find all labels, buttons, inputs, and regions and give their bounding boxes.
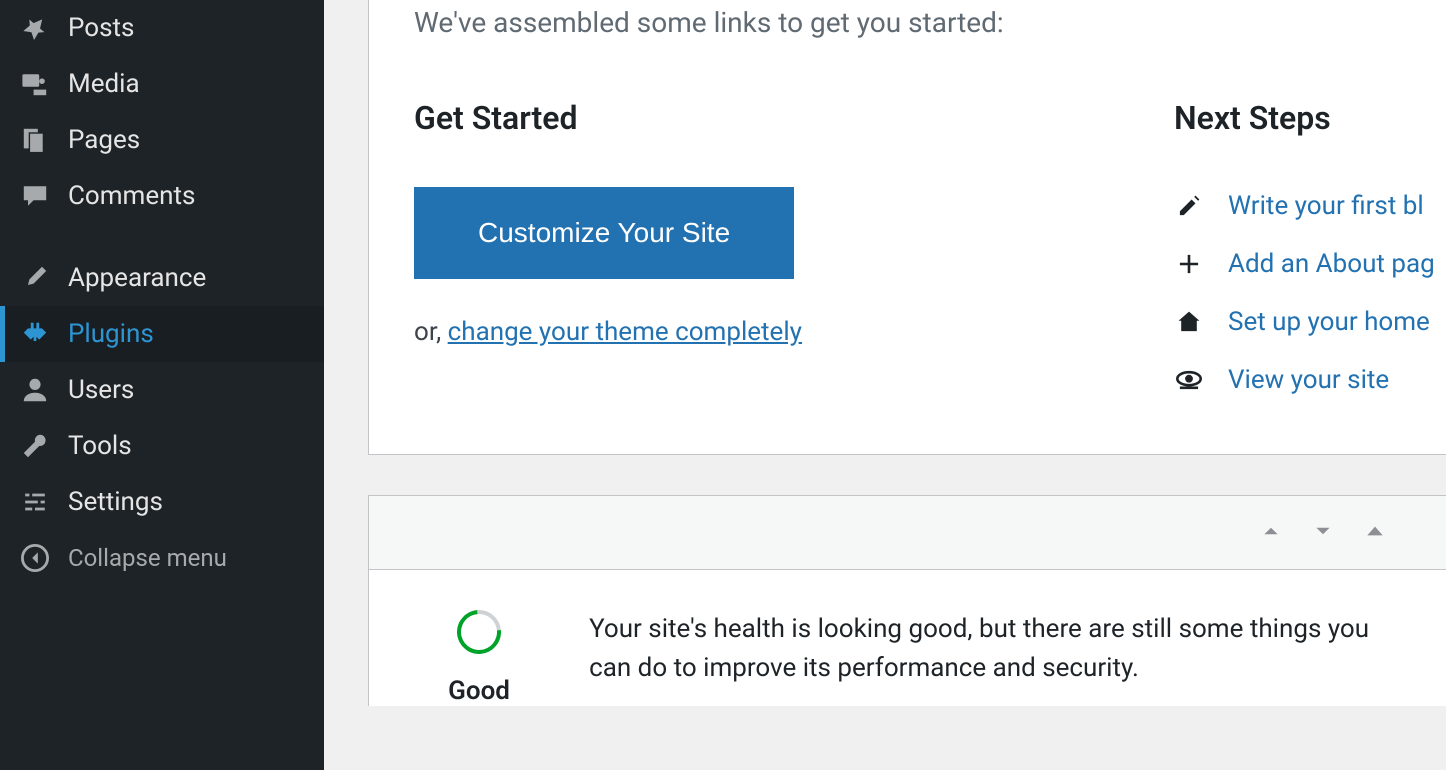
pages-icon [20,125,50,155]
sidebar-item-label: Appearance [68,263,206,293]
site-health-text: Your site's health is looking good, but … [589,610,1446,706]
sidebar-item-label: Pages [68,125,140,155]
sidebar-item-tools[interactable]: Tools [0,418,324,474]
step-label: Write your first bl [1228,191,1424,221]
comment-icon [20,181,50,211]
edit-icon [1174,191,1204,221]
site-health-status: Good [369,676,589,706]
user-icon [20,375,50,405]
step-setup-homepage[interactable]: Set up your home [1174,293,1446,351]
sidebar-item-pages[interactable]: Pages [0,112,324,168]
step-view-site[interactable]: View your site [1174,351,1446,409]
get-started-heading: Get Started [414,99,1174,137]
or-prefix: or, [414,317,448,347]
step-label: View your site [1228,365,1389,395]
step-add-about-page[interactable]: Add an About pag [1174,235,1446,293]
sidebar-item-media[interactable]: Media [0,56,324,112]
sliders-icon [20,487,50,517]
step-label: Set up your home [1228,307,1430,337]
eye-icon [1174,365,1204,395]
media-icon [20,69,50,99]
sidebar-item-appearance[interactable]: Appearance [0,250,324,306]
panel-down-icon[interactable] [1312,520,1334,546]
pin-icon [20,13,50,43]
home-icon [1174,307,1204,337]
next-steps-heading: Next Steps [1174,99,1446,137]
sidebar-item-label: Users [68,375,134,405]
collapse-label: Collapse menu [68,544,227,572]
panel-up-icon[interactable] [1260,520,1282,546]
panel-header [369,496,1446,570]
sidebar-item-comments[interactable]: Comments [0,168,324,224]
welcome-panel: We've assembled some links to get you st… [368,0,1446,455]
sidebar-item-label: Comments [68,181,195,211]
sidebar-item-label: Posts [68,13,134,43]
collapse-icon [20,543,50,573]
gauge-circle [448,601,510,663]
site-health-gauge: Good [369,610,589,706]
main-content: We've assembled some links to get you st… [324,0,1446,770]
sidebar-item-label: Settings [68,487,163,517]
plus-icon [1174,249,1204,279]
sidebar-item-plugins[interactable]: Plugins [0,306,324,362]
admin-sidebar: Posts Media Pages Comments Appearance Pl… [0,0,324,770]
brush-icon [20,263,50,293]
or-change-theme-line: or, change your theme completely [414,317,1174,347]
welcome-intro: We've assembled some links to get you st… [414,0,1446,39]
sidebar-item-label: Plugins [68,319,154,349]
sidebar-item-users[interactable]: Users [0,362,324,418]
collapse-menu[interactable]: Collapse menu [0,530,324,586]
wrench-icon [20,431,50,461]
change-theme-link[interactable]: change your theme completely [448,317,802,347]
sidebar-item-posts[interactable]: Posts [0,0,324,56]
site-health-panel: Good Your site's health is looking good,… [368,495,1446,706]
step-write-first-post[interactable]: Write your first bl [1174,177,1446,235]
step-label: Add an About pag [1228,249,1435,279]
panel-collapse-icon[interactable] [1364,520,1386,546]
customize-site-button[interactable]: Customize Your Site [414,187,794,279]
sidebar-item-settings[interactable]: Settings [0,474,324,530]
sidebar-item-label: Tools [68,431,132,461]
plug-icon [20,319,50,349]
sidebar-item-label: Media [68,69,140,99]
